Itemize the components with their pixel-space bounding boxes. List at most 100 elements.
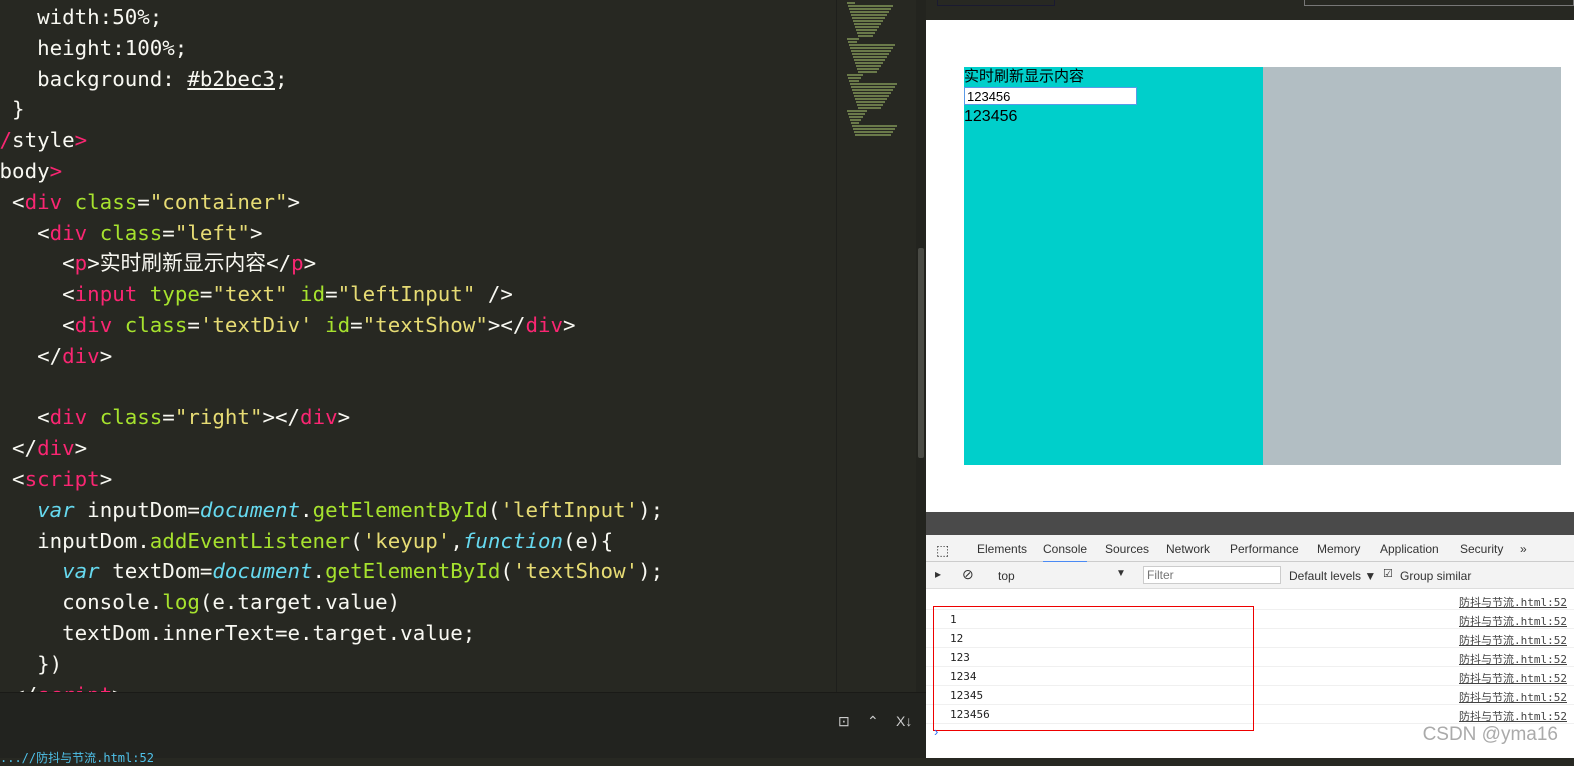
close-sort-icon[interactable]: X↓ [896, 713, 912, 729]
code-token: getElementById [312, 497, 488, 522]
minimap-line [856, 65, 881, 67]
left-input[interactable] [964, 87, 1137, 105]
code-content[interactable]: width:50%; height:100%; background: #b2b… [0, 2, 663, 692]
code-token: >实时刷新显示内容</ [87, 251, 292, 276]
watermark: CSDN @yma16 [1422, 724, 1558, 745]
code-token: getElementById [325, 559, 501, 584]
code-token: p [74, 251, 88, 276]
filter-input[interactable] [1143, 566, 1281, 584]
code-token: > [99, 343, 113, 368]
minimap-line [857, 32, 875, 34]
code-line: }) [0, 649, 663, 680]
code-token: id [287, 282, 326, 307]
minimap-line [850, 47, 893, 49]
code-token: > [303, 251, 317, 276]
minimap-line [854, 23, 881, 25]
right-panel [1263, 67, 1561, 465]
code-token: log [162, 590, 200, 615]
minimap-line [848, 77, 861, 79]
code-line: <input type="text" id="leftInput" /> [0, 279, 663, 310]
clear-console-icon[interactable]: ⊘ [962, 566, 974, 583]
code-line: <div class="left"> [0, 218, 663, 249]
minimap-line [852, 125, 897, 127]
code-token: ></ [487, 312, 526, 337]
bottom-panel: ⊡ ⌃ X↓ ...//防抖与节流.html:52 [0, 692, 926, 765]
source-link[interactable]: 防抖与节流.html:52 [1459, 594, 1567, 610]
tab-network[interactable]: Network [1166, 542, 1210, 556]
source-link[interactable]: 防抖与节流.html:52 [1459, 689, 1567, 705]
code-token: . [312, 559, 326, 584]
minimap-line [854, 131, 893, 133]
code-token: document [212, 559, 313, 584]
code-line: </div> [0, 341, 663, 372]
code-line: <div class='textDiv' id="textShow"></div… [0, 310, 663, 341]
tab-security[interactable]: Security [1460, 542, 1503, 556]
code-token: inputDom. [0, 528, 150, 553]
code-token: > [49, 158, 63, 183]
terminal-icon[interactable]: ⊡ [838, 713, 850, 730]
code-line: </div> [0, 433, 663, 464]
minimap-line [851, 86, 895, 88]
code-editor[interactable]: width:50%; height:100%; background: #b2b… [0, 0, 836, 692]
code-token: < [62, 282, 75, 307]
sidebar-toggle-icon[interactable]: ▸ [935, 567, 941, 581]
code-line: <script> [0, 464, 663, 495]
tab-console[interactable]: Console [1043, 542, 1088, 563]
tab-performance[interactable]: Performance [1230, 542, 1299, 556]
devtools-splitter[interactable] [926, 512, 1574, 535]
source-link[interactable]: 防抖与节流.html:52 [1459, 632, 1567, 648]
code-token: (e){ [563, 528, 614, 553]
minimap-line [848, 41, 857, 43]
code-token: div [74, 312, 113, 337]
code-token: width:50%; [0, 5, 163, 29]
context-select[interactable]: top [998, 569, 1015, 583]
code-token: id [312, 312, 351, 337]
minimap[interactable] [836, 0, 916, 692]
code-token: background: [0, 66, 188, 91]
tab-memory[interactable]: Memory [1317, 542, 1360, 556]
code-token: . [300, 497, 313, 522]
code-token: #b2bec3 [187, 66, 275, 91]
tab-application[interactable]: Application [1380, 542, 1439, 556]
page-heading: 实时刷新显示内容 [964, 68, 1085, 85]
minimap-line [849, 116, 863, 118]
scrollbar-thumb[interactable] [918, 248, 924, 458]
code-token: type [137, 282, 200, 307]
code-line: height:100%; [0, 33, 663, 64]
code-token: = [350, 312, 363, 337]
code-token: < [62, 312, 75, 337]
chevron-up-icon[interactable]: ⌃ [867, 713, 879, 730]
minimap-line [851, 122, 859, 124]
tab-sources[interactable]: Sources [1105, 542, 1149, 556]
code-token: div [24, 189, 63, 214]
code-token: ); [638, 497, 664, 522]
code-line: <body> [0, 156, 663, 187]
inspect-icon[interactable]: ⬚ [936, 542, 949, 559]
code-token: }) [37, 651, 63, 676]
minimap-line [856, 101, 885, 103]
source-link[interactable]: 防抖与节流.html:52 [1459, 613, 1567, 629]
editor-scrollbar[interactable] [916, 0, 926, 692]
minimap-line [848, 5, 893, 7]
code-token: < [37, 405, 50, 430]
code-token: textDom.innerText=e.target.value; [0, 620, 476, 645]
source-link[interactable]: 防抖与节流.html:52 [1459, 670, 1567, 686]
source-link[interactable]: 防抖与节流.html:52 [1459, 708, 1567, 724]
page-viewport: 实时刷新显示内容 123456 [926, 20, 1574, 512]
minimap-line [853, 20, 883, 22]
minimap-line [858, 71, 877, 73]
minimap-line [855, 26, 879, 28]
code-line: </script> [0, 680, 663, 692]
highlight-box [933, 606, 1254, 731]
group-similar-checkbox[interactable]: ☑ [1383, 567, 1393, 580]
minimap-line [858, 107, 881, 109]
source-link[interactable]: 防抖与节流.html:52 [1459, 651, 1567, 667]
console-prompt[interactable]: › [934, 724, 938, 739]
context-dropdown-icon[interactable]: ▼ [1116, 568, 1126, 579]
minimap-line [852, 53, 889, 55]
more-tabs-icon[interactable]: » [1520, 542, 1527, 556]
levels-dropdown[interactable]: Default levels ▼ [1289, 569, 1376, 583]
code-token: > [287, 189, 301, 214]
minimap-line [847, 2, 855, 4]
tab-elements[interactable]: Elements [977, 542, 1027, 556]
